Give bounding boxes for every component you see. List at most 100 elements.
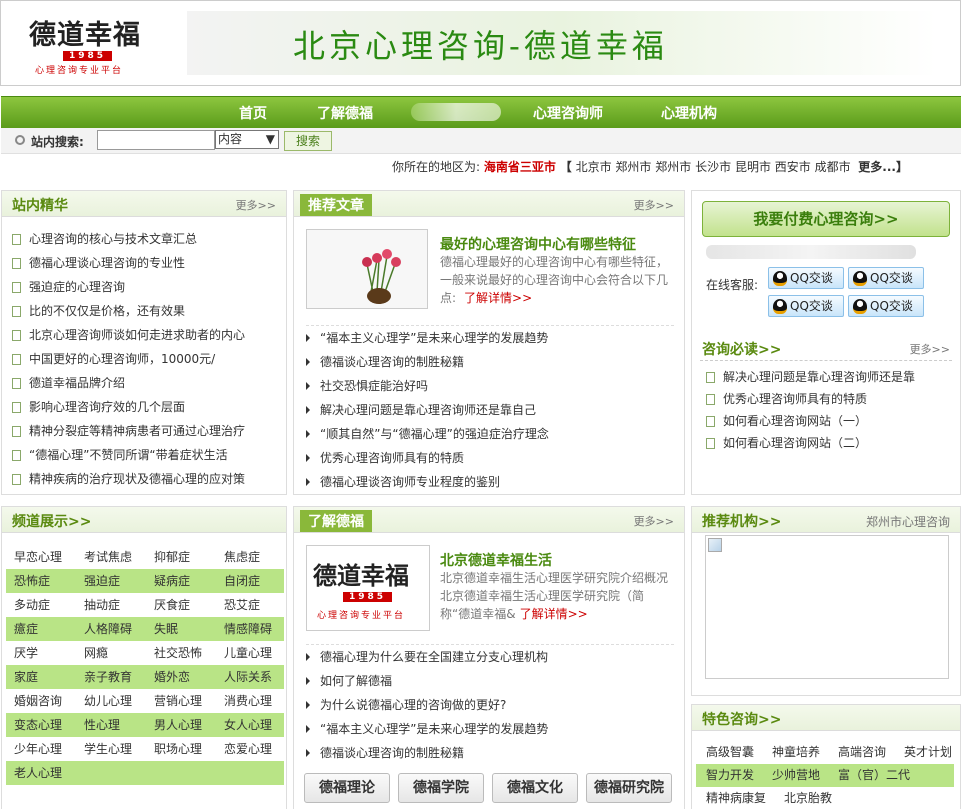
featured-article-title[interactable]: 北京德道幸福生活: [440, 550, 552, 570]
region-city[interactable]: 西安市: [775, 160, 811, 174]
region-city[interactable]: 成都市: [815, 160, 851, 174]
channel-link[interactable]: 社交恐怖: [154, 641, 202, 665]
channel-link[interactable]: 抑郁症: [154, 545, 190, 569]
list-item[interactable]: 精神疾病的治疗现状及德福心理的应对策: [12, 467, 245, 491]
channel-link[interactable]: 强迫症: [84, 569, 120, 593]
list-item[interactable]: 如何看心理咨询网站（二）: [706, 432, 915, 454]
dedao-institute-button[interactable]: 德福研究院: [586, 773, 672, 803]
dedao-academy-button[interactable]: 德福学院: [398, 773, 484, 803]
tag-link[interactable]: 高级智囊: [706, 741, 754, 764]
tag-link[interactable]: 北京胎教: [784, 787, 832, 810]
list-item[interactable]: “德福心理”不赞同所谓“带着症状生活: [12, 443, 245, 467]
list-item[interactable]: 优秀心理咨询师具有的特质: [706, 388, 915, 410]
tag-link[interactable]: 智力开发: [706, 764, 754, 787]
dedao-theory-button[interactable]: 德福理论: [304, 773, 390, 803]
nav-about[interactable]: 了解德福: [317, 103, 373, 123]
tag-link[interactable]: 高端咨询: [838, 741, 886, 764]
more-link[interactable]: 更多>>: [236, 197, 276, 213]
channel-link[interactable]: 儿童心理: [224, 641, 272, 665]
tag-link[interactable]: 精神病康复: [706, 787, 766, 810]
list-item[interactable]: “顺其自然”与“德福心理”的强迫症治疗理念: [306, 422, 674, 446]
institution-image[interactable]: [705, 535, 949, 679]
list-item[interactable]: 北京心理咨询师谈如何走进求助者的内心: [12, 323, 245, 347]
list-item[interactable]: 精神分裂症等精神病患者可通过心理治疗: [12, 419, 245, 443]
region-city[interactable]: 郑州市: [655, 160, 691, 174]
list-item[interactable]: 为什么说德福心理的咨询做的更好?: [306, 693, 674, 717]
channel-link[interactable]: 自闭症: [224, 569, 260, 593]
channel-link[interactable]: 网瘾: [84, 641, 108, 665]
channel-link[interactable]: 人格障碍: [84, 617, 132, 641]
dedao-logo-image[interactable]: 德道幸福 1985 心理咨询专业平台: [306, 545, 430, 631]
dedao-culture-button[interactable]: 德福文化: [492, 773, 578, 803]
qq-chat-button[interactable]: QQ交谈: [848, 295, 924, 317]
channel-link[interactable]: 多动症: [14, 593, 50, 617]
channel-link[interactable]: 性心理: [84, 713, 120, 737]
channel-link[interactable]: 恐艾症: [224, 593, 260, 617]
channel-link[interactable]: 消费心理: [224, 689, 272, 713]
list-item[interactable]: 德福心理谈咨询师专业程度的鉴别: [306, 470, 674, 494]
channel-link[interactable]: 婚外恋: [154, 665, 190, 689]
region-city[interactable]: 北京市: [576, 160, 612, 174]
channel-link[interactable]: 焦虑症: [224, 545, 260, 569]
channel-link[interactable]: 学生心理: [84, 737, 132, 761]
list-item[interactable]: 如何看心理咨询网站（一）: [706, 410, 915, 432]
channel-link[interactable]: 家庭: [14, 665, 38, 689]
tag-link[interactable]: 少帅营地: [772, 764, 820, 787]
tag-link[interactable]: 富（官）二代: [838, 764, 910, 787]
channel-link[interactable]: 抽动症: [84, 593, 120, 617]
site-logo[interactable]: 德道幸福 1985 心理咨询专业平台: [27, 11, 167, 76]
channel-link[interactable]: 人际关系: [224, 665, 272, 689]
channel-link[interactable]: 老人心理: [14, 761, 62, 785]
nav-institutions[interactable]: 心理机构: [661, 103, 717, 123]
channel-link[interactable]: 少年心理: [14, 737, 62, 761]
list-item[interactable]: 德道幸福品牌介绍: [12, 371, 245, 395]
more-link[interactable]: 更多>>: [634, 197, 674, 213]
list-item[interactable]: 心理咨询的核心与技术文章汇总: [12, 227, 245, 251]
nav-home[interactable]: 首页: [239, 103, 267, 123]
read-more-link[interactable]: 了解详情>>: [520, 607, 588, 621]
paid-consult-button[interactable]: 我要付费心理咨询>>: [702, 201, 950, 237]
channel-link[interactable]: 职场心理: [154, 737, 202, 761]
list-item[interactable]: 社交恐惧症能治好吗: [306, 374, 674, 398]
qq-chat-button[interactable]: QQ交谈: [768, 295, 844, 317]
featured-article-title[interactable]: 最好的心理咨询中心有哪些特征: [440, 234, 636, 254]
channel-link[interactable]: 癔症: [14, 617, 38, 641]
channel-link[interactable]: 恋爱心理: [224, 737, 272, 761]
qq-chat-button[interactable]: QQ交谈: [768, 267, 844, 289]
more-link[interactable]: 更多>>: [910, 341, 950, 357]
list-item[interactable]: 德福心理谈心理咨询的专业性: [12, 251, 245, 275]
list-item[interactable]: “福本主义心理学”是未来心理学的发展趋势: [306, 717, 674, 741]
channel-link[interactable]: 婚姻咨询: [14, 689, 62, 713]
list-item[interactable]: 德福心理为什么要在全国建立分支心理机构: [306, 645, 674, 669]
list-item[interactable]: 解决心理问题是靠心理咨询师还是靠自己: [306, 398, 674, 422]
read-more-link[interactable]: 了解详情>>: [464, 291, 532, 305]
channel-link[interactable]: 女人心理: [224, 713, 272, 737]
channel-link[interactable]: 男人心理: [154, 713, 202, 737]
list-item[interactable]: 影响心理咨询疗效的几个层面: [12, 395, 245, 419]
list-item[interactable]: 中国更好的心理咨询师，10000元/: [12, 347, 245, 371]
region-more[interactable]: 更多...】: [858, 160, 908, 174]
region-city[interactable]: 长沙市: [695, 160, 731, 174]
channel-link[interactable]: 亲子教育: [84, 665, 132, 689]
channel-link[interactable]: 考试焦虑: [84, 545, 132, 569]
institution-link[interactable]: 郑州市心理咨询: [866, 513, 950, 530]
search-button[interactable]: 搜索: [284, 131, 332, 151]
region-city[interactable]: 郑州市: [615, 160, 651, 174]
list-item[interactable]: 德福谈心理咨询的制胜秘籍: [306, 350, 674, 374]
region-city[interactable]: 昆明市: [735, 160, 771, 174]
tag-link[interactable]: 神童培养: [772, 741, 820, 764]
tag-link[interactable]: 英才计划: [904, 741, 952, 764]
channel-link[interactable]: 厌食症: [154, 593, 190, 617]
list-item[interactable]: 强迫症的心理咨询: [12, 275, 245, 299]
list-item[interactable]: 比的不仅仅是价格，还有效果: [12, 299, 245, 323]
nav-counselors[interactable]: 心理咨询师: [533, 103, 603, 123]
channel-link[interactable]: 厌学: [14, 641, 38, 665]
channel-link[interactable]: 早恋心理: [14, 545, 62, 569]
list-item[interactable]: 德福谈心理咨询的制胜秘籍: [306, 741, 674, 765]
channel-link[interactable]: 变态心理: [14, 713, 62, 737]
more-link[interactable]: 更多>>: [634, 513, 674, 529]
channel-link[interactable]: 失眠: [154, 617, 178, 641]
list-item[interactable]: 解决心理问题是靠心理咨询师还是靠: [706, 366, 915, 388]
article-thumbnail[interactable]: [306, 229, 428, 309]
region-current[interactable]: 海南省三亚市: [484, 160, 556, 174]
